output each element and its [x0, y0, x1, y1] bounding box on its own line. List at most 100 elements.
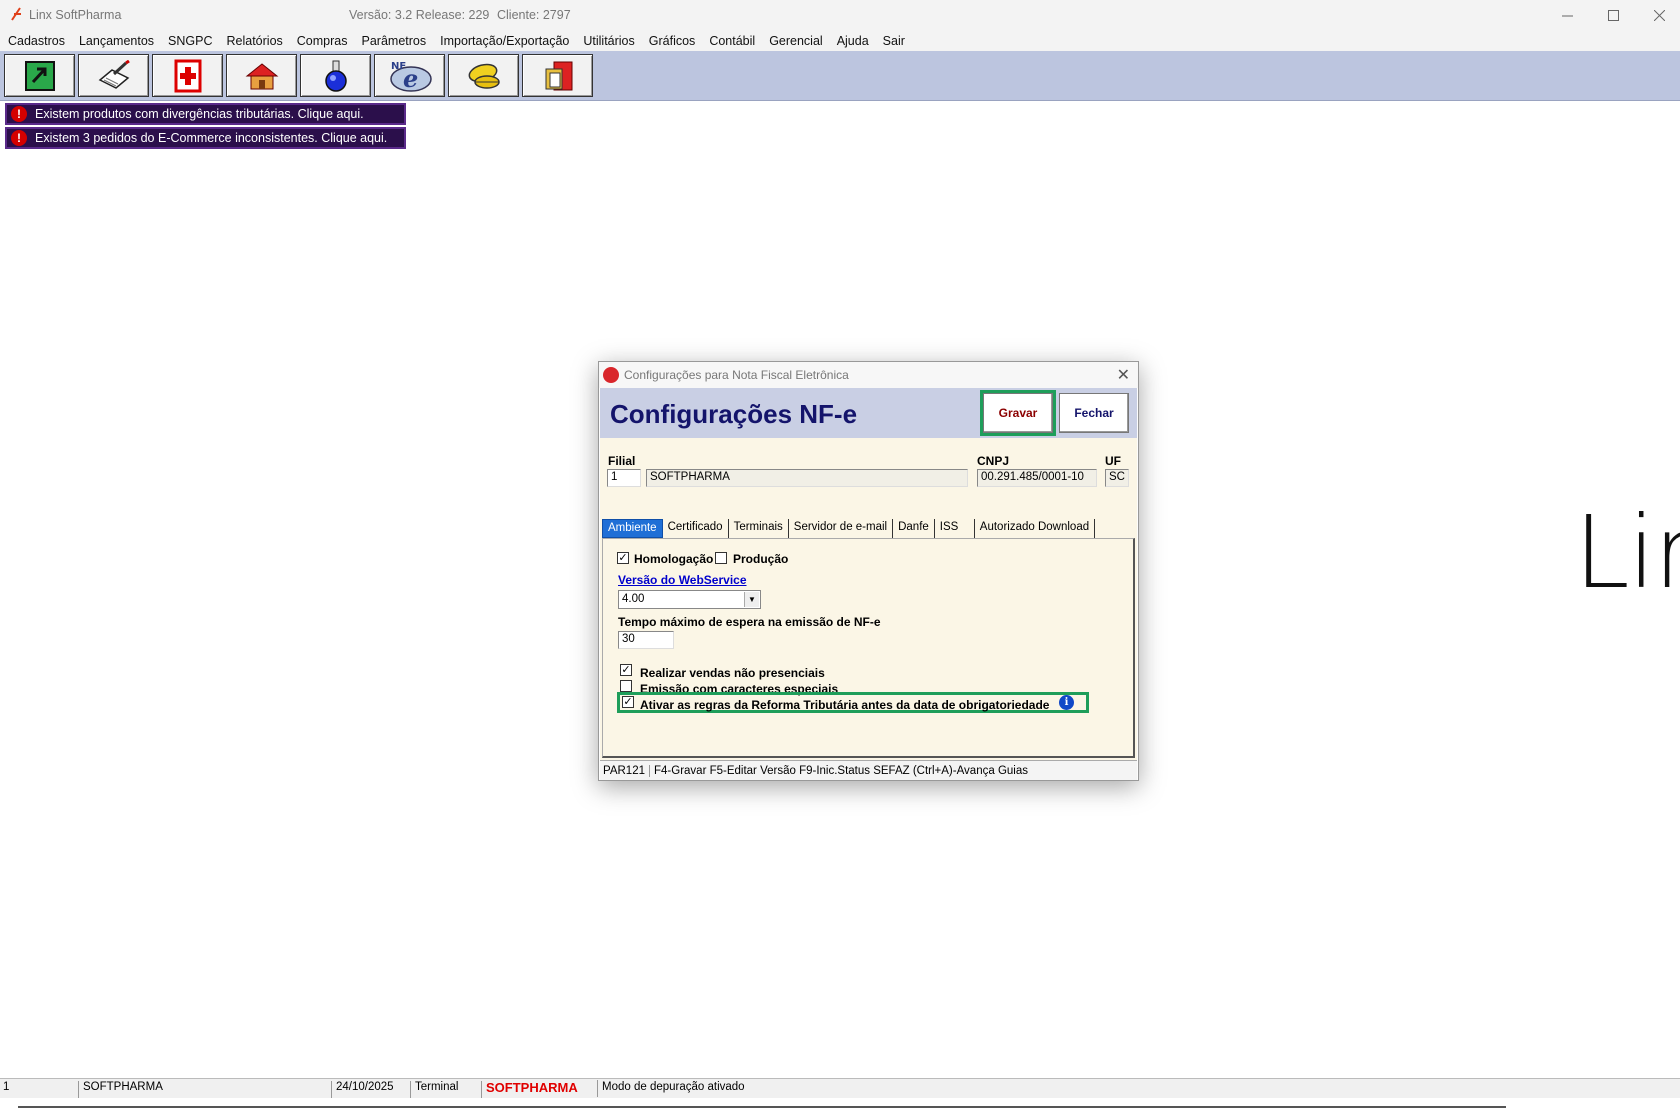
- title-bar: Linx SoftPharma Versão: 3.2 Release: 229…: [0, 0, 1680, 30]
- dialog-heading: Configurações NF-e: [610, 399, 858, 429]
- status-bar: 1 SOFTPHARMA 24/10/2025 Terminal SOFTPHA…: [0, 1078, 1680, 1098]
- maximize-button[interactable]: [1590, 0, 1636, 30]
- filial-code-input[interactable]: 1: [607, 469, 641, 487]
- alert-ecommerce[interactable]: ! Existem 3 pedidos do E-Commerce incons…: [5, 127, 406, 149]
- uf-label: UF: [1105, 454, 1121, 468]
- tempo-label: Tempo máximo de espera na emissão de NF-…: [618, 615, 881, 629]
- tab-ambiente[interactable]: Ambiente: [602, 519, 663, 538]
- toolbar-button-formulas[interactable]: [300, 54, 371, 97]
- flask-icon: [324, 60, 347, 92]
- ambiente-panel: ✓ Homologação Produção Versão do WebServ…: [602, 538, 1135, 758]
- menu-utilitarios[interactable]: Utilitários: [583, 34, 634, 48]
- menu-sair[interactable]: Sair: [883, 34, 905, 48]
- close-icon: [1653, 9, 1665, 21]
- caracteres-especiais-checkbox[interactable]: [620, 680, 632, 692]
- menu-compras[interactable]: Compras: [297, 34, 348, 48]
- producao-label: Produção: [733, 552, 789, 566]
- tempo-input[interactable]: 30: [618, 631, 674, 649]
- alert-divergencias[interactable]: ! Existem produtos com divergências trib…: [5, 103, 406, 125]
- toolbar: e NF: [0, 51, 1680, 101]
- nfe-config-dialog: Configurações para Nota Fiscal Eletrônic…: [598, 361, 1139, 781]
- alert-text: Existem produtos com divergências tribut…: [35, 107, 364, 121]
- error-icon: !: [11, 130, 27, 146]
- reforma-tributaria-label: Ativar as regras da Reforma Tributária a…: [640, 698, 1050, 712]
- menu-contabil[interactable]: Contábil: [709, 34, 755, 48]
- info-icon[interactable]: i: [1059, 695, 1074, 710]
- screen-code: PAR121: [600, 764, 650, 777]
- dialog-body: Filial 1 SOFTPHARMA CNPJ 00.291.485/0001…: [600, 438, 1137, 760]
- filial-label: Filial: [608, 454, 636, 468]
- dialog-statusbar: PAR121 F4-Gravar F5-Editar Versão F9-Ini…: [600, 760, 1137, 780]
- book-exit-icon: [545, 61, 572, 90]
- cnpj-label: CNPJ: [977, 454, 1010, 468]
- app-logo-icon: [11, 7, 21, 21]
- minimize-button[interactable]: [1544, 0, 1590, 30]
- tab-terminais[interactable]: Terminais: [728, 519, 789, 538]
- fechar-button[interactable]: Fechar: [1059, 393, 1129, 433]
- dialog-header: Configurações NF-e Gravar Fechar: [600, 388, 1137, 438]
- pen-document-icon: [98, 59, 130, 89]
- menu-cadastros[interactable]: Cadastros: [8, 34, 65, 48]
- pills-icon: [468, 63, 500, 89]
- background-logo: Lir: [1574, 494, 1680, 611]
- toolbar-button-nfe[interactable]: e NF: [374, 54, 445, 97]
- pharmacy-cross-icon: [174, 59, 201, 92]
- tab-danfe[interactable]: Danfe: [893, 519, 935, 538]
- chevron-down-icon[interactable]: ▼: [744, 592, 759, 607]
- toolbar-button-lancamentos[interactable]: [78, 54, 149, 97]
- dialog-close-icon[interactable]: ✕: [1117, 365, 1130, 385]
- status-field-1: 1: [0, 1081, 79, 1098]
- toolbar-button-medicamentos[interactable]: [448, 54, 519, 97]
- menu-gerencial[interactable]: Gerencial: [769, 34, 823, 48]
- uf-field[interactable]: SC: [1105, 469, 1129, 487]
- svg-text:NF: NF: [391, 61, 406, 72]
- dialog-app-icon: [603, 367, 619, 383]
- bottom-divider: [18, 1106, 1506, 1108]
- toolbar-button-sair[interactable]: [522, 54, 593, 97]
- webservice-link[interactable]: Versão do WebService: [618, 573, 747, 587]
- toolbar-button-loja[interactable]: [226, 54, 297, 97]
- menu-ajuda[interactable]: Ajuda: [837, 34, 869, 48]
- cnpj-field[interactable]: 00.291.485/0001-10: [977, 469, 1097, 487]
- status-date: 24/10/2025: [333, 1081, 411, 1098]
- alert-text: Existem 3 pedidos do E-Commerce inconsis…: [35, 131, 388, 145]
- maximize-icon: [1607, 9, 1619, 21]
- dialog-title-bar: Configurações para Nota Fiscal Eletrônic…: [599, 362, 1138, 388]
- filial-name-field[interactable]: SOFTPHARMA: [646, 469, 968, 487]
- store-house-icon: [245, 62, 278, 89]
- menu-importacao-exportacao[interactable]: Importação/Exportação: [440, 34, 569, 48]
- refresh-cash-icon: [24, 60, 55, 91]
- menu-bar: Cadastros Lançamentos SNGPC Relatórios C…: [0, 30, 1680, 51]
- producao-checkbox[interactable]: [715, 552, 727, 564]
- client-label: Cliente: 2797: [497, 8, 571, 22]
- version-label: Versão: 3.2 Release: 229: [349, 8, 490, 22]
- dialog-title: Configurações para Nota Fiscal Eletrônic…: [624, 368, 849, 382]
- close-window-button[interactable]: [1636, 0, 1680, 30]
- tab-iss[interactable]: ISS: [934, 519, 975, 538]
- status-brand: SOFTPHARMA: [483, 1080, 598, 1097]
- menu-lancamentos[interactable]: Lançamentos: [79, 34, 154, 48]
- gravar-button[interactable]: Gravar: [980, 390, 1056, 436]
- toolbar-button-caixa[interactable]: [4, 54, 75, 97]
- webservice-version-select[interactable]: 4.00 ▼: [618, 590, 761, 609]
- minimize-icon: [1561, 15, 1573, 16]
- vendas-nao-presenciais-label: Realizar vendas não presenciais: [640, 666, 825, 680]
- homologacao-label: Homologação: [634, 552, 714, 566]
- reforma-tributaria-checkbox[interactable]: ✓: [622, 696, 634, 708]
- menu-graficos[interactable]: Gráficos: [649, 34, 696, 48]
- menu-parametros[interactable]: Parâmetros: [362, 34, 427, 48]
- tab-strip: Ambiente Certificado Terminais Servidor …: [602, 519, 1096, 539]
- webservice-version-value: 4.00: [622, 593, 645, 605]
- tab-autorizado-download[interactable]: Autorizado Download: [974, 519, 1096, 538]
- vendas-nao-presenciais-checkbox[interactable]: ✓: [620, 664, 632, 676]
- menu-sngpc[interactable]: SNGPC: [168, 34, 212, 48]
- toolbar-button-sngpc[interactable]: [152, 54, 223, 97]
- menu-relatorios[interactable]: Relatórios: [227, 34, 283, 48]
- nfe-icon: e NF: [389, 61, 432, 93]
- tab-servidor-email[interactable]: Servidor de e-mail: [788, 519, 894, 538]
- homologacao-checkbox[interactable]: ✓: [617, 552, 629, 564]
- tab-certificado[interactable]: Certificado: [662, 519, 729, 538]
- error-icon: !: [11, 106, 27, 122]
- app-title: Linx SoftPharma: [29, 8, 122, 22]
- status-mode: Modo de depuração ativado: [602, 1081, 745, 1093]
